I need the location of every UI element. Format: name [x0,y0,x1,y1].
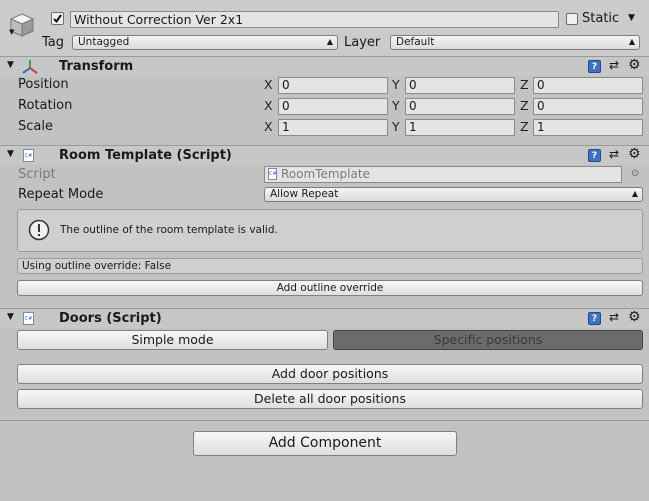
axis-x-label: X [264,119,273,134]
axis-z-label: Z [520,119,529,134]
preset-icon[interactable]: ⇄ [609,58,619,72]
scale-x-field[interactable]: 1 [278,119,388,136]
script-file-icon: C# [268,168,277,180]
gear-icon[interactable]: ⚙ [628,57,641,73]
rotation-y-field[interactable]: 0 [405,98,515,115]
doors-body: Simple mode Specific positions Add door … [0,328,649,420]
axis-z-label: Z [520,77,529,92]
repeat-mode-dropdown[interactable]: Allow Repeat ▲ [264,187,643,202]
help-icon[interactable]: ? [588,149,601,162]
simple-mode-button[interactable]: Simple mode [17,330,328,350]
gear-icon[interactable]: ⚙ [628,146,641,162]
script-value: RoomTemplate [281,167,370,181]
axis-x-label: X [264,77,273,92]
repeat-mode-value: Allow Repeat [270,188,339,200]
position-z-field[interactable]: 0 [533,77,643,94]
updown-arrow-icon: ▲ [631,189,638,198]
tag-label: Tag [42,35,65,50]
gameobject-header: ▼ Without Correction Ver 2x1 Static ▼ Ta… [0,0,649,56]
help-icon[interactable]: ? [588,60,601,73]
script-file-icon: C# [23,149,34,162]
static-label: Static [582,11,620,26]
script-file-icon: C# [23,312,34,325]
static-dropdown-arrow-icon[interactable]: ▼ [628,13,635,23]
layer-value: Default [396,36,435,48]
transform-title: Transform [59,59,134,74]
add-door-positions-button[interactable]: Add door positions [17,364,643,384]
axis-x-label: X [264,98,273,113]
object-picker-icon[interactable]: ⊙ [631,168,639,179]
updown-arrow-icon: ▲ [326,37,333,46]
transform-body: Position X 0 Y 0 Z 0 Rotation X 0 Y 0 Z … [0,76,649,144]
axis-y-label: Y [392,77,400,92]
info-text: The outline of the room template is vali… [60,224,278,236]
position-y-field[interactable]: 0 [405,77,515,94]
foldout-arrow-icon[interactable]: ▼ [7,149,14,159]
doors-header[interactable]: ▼ C# Doors (Script) ? ⇄ ⚙ [0,308,649,328]
room-template-title: Room Template (Script) [59,148,232,163]
cube-dropdown-arrow-icon[interactable]: ▼ [9,28,14,36]
updown-arrow-icon: ▲ [628,37,635,46]
help-icon[interactable]: ? [588,312,601,325]
add-outline-override-button[interactable]: Add outline override [17,280,643,296]
tag-dropdown[interactable]: Untagged ▲ [72,35,338,50]
gameobject-name-field[interactable]: Without Correction Ver 2x1 [70,11,559,28]
room-template-body: Script C# RoomTemplate ⊙ Repeat Mode All… [0,165,649,305]
gear-icon[interactable]: ⚙ [628,309,641,325]
axis-y-label: Y [392,119,400,134]
specific-positions-button[interactable]: Specific positions [333,330,643,350]
transform-header[interactable]: ▼ Transform ? ⇄ ⚙ [0,56,649,76]
axis-y-label: Y [392,98,400,113]
outline-override-status: Using outline override: False [17,258,643,274]
script-label: Script [18,167,56,182]
preset-icon[interactable]: ⇄ [609,147,619,161]
scale-z-field[interactable]: 1 [533,119,643,136]
scale-y-field[interactable]: 1 [405,119,515,136]
checkmark-icon [53,14,62,24]
doors-title: Doors (Script) [59,311,162,326]
active-checkbox[interactable] [51,12,64,25]
scale-label: Scale [18,119,53,134]
rotation-x-field[interactable]: 0 [278,98,388,115]
foldout-arrow-icon[interactable]: ▼ [7,312,14,322]
delete-all-door-positions-button[interactable]: Delete all door positions [17,389,643,409]
script-field[interactable]: C# RoomTemplate [264,166,622,183]
foldout-arrow-icon[interactable]: ▼ [7,60,14,70]
static-checkbox[interactable] [566,13,578,25]
layer-label: Layer [344,35,381,50]
position-x-field[interactable]: 0 [278,77,388,94]
rotation-z-field[interactable]: 0 [533,98,643,115]
add-component-button[interactable]: Add Component [193,431,457,456]
preset-icon[interactable]: ⇄ [609,310,619,324]
info-exclamation-icon [28,219,50,241]
axis-z-label: Z [520,98,529,113]
transform-axes-icon [22,60,38,74]
room-template-header[interactable]: ▼ C# Room Template (Script) ? ⇄ ⚙ [0,145,649,165]
repeat-mode-label: Repeat Mode [18,187,104,202]
component-separator [0,420,649,421]
rotation-label: Rotation [18,98,73,113]
layer-dropdown[interactable]: Default ▲ [390,35,640,50]
info-helpbox: The outline of the room template is vali… [17,209,643,252]
position-label: Position [18,77,69,92]
tag-value: Untagged [78,36,130,48]
